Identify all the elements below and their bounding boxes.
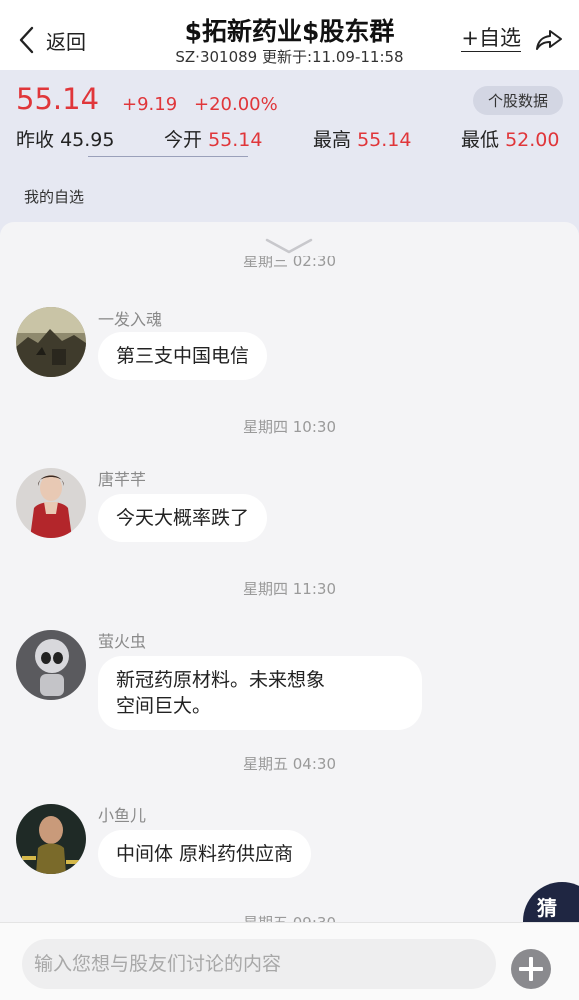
message-bubble[interactable]: 中间体 原料药供应商	[98, 830, 312, 878]
timestamp: 星期四 10:30	[243, 418, 336, 436]
message-bubble[interactable]: 今天大概率跌了	[98, 494, 268, 542]
input-bar	[0, 922, 579, 1000]
open-price: 今开 55.14	[164, 125, 262, 152]
high-value: 55.14	[357, 129, 412, 151]
low-label: 最低	[461, 129, 500, 151]
my-favorites-link[interactable]: 我的自选	[24, 186, 84, 207]
avatar[interactable]	[16, 307, 86, 377]
avatar[interactable]	[16, 804, 86, 874]
avatar-image	[16, 468, 86, 538]
timestamp: 星期三 02:30	[243, 256, 336, 270]
avatar[interactable]	[16, 468, 86, 538]
timestamp: 星期五 04:30	[243, 755, 336, 773]
divider	[88, 156, 248, 157]
chevron-down-icon[interactable]	[264, 236, 314, 256]
timestamp: 星期四 11:30	[243, 580, 336, 598]
sender-name: 萤火虫	[98, 632, 147, 651]
guess-button[interactable]: 猜	[523, 882, 579, 922]
price-change: +9.19	[122, 94, 178, 115]
add-favorite-button[interactable]: +自选	[461, 26, 521, 52]
low-price: 最低 52.00	[461, 125, 559, 152]
guess-label: 猜	[537, 896, 557, 920]
price-change-percent: +20.00%	[194, 94, 278, 115]
avatar-image	[16, 307, 86, 377]
low-value: 52.00	[505, 129, 560, 151]
open-value: 55.14	[208, 129, 263, 151]
current-price: 55.14	[16, 82, 100, 116]
prev-close-value: 45.95	[60, 129, 115, 151]
sender-name: 一发入魂	[98, 310, 163, 329]
avatar[interactable]	[16, 630, 86, 700]
message-bubble[interactable]: 新冠药原材料。未来想象 空间巨大。	[98, 656, 422, 730]
message-input[interactable]	[22, 939, 496, 989]
message-text-line: 新冠药原材料。未来想象	[116, 669, 326, 691]
share-icon[interactable]	[535, 28, 563, 52]
chat-panel[interactable]: 星期三 02:30 一发入魂 第三支中国电信 星期四 10:30 唐芊芊 今天大…	[0, 222, 579, 922]
high-price: 最高 55.14	[313, 125, 411, 152]
timestamp: 星期五 09:30	[0, 912, 579, 922]
sender-name: 小鱼儿	[98, 806, 147, 825]
avatar-image	[16, 630, 86, 700]
open-label: 今开	[164, 129, 203, 151]
avatar-image	[16, 804, 86, 874]
message-text-line: 空间巨大。	[116, 695, 212, 717]
stock-data-button[interactable]: 个股数据	[472, 86, 563, 115]
message-bubble[interactable]: 第三支中国电信	[98, 332, 268, 380]
sender-name: 唐芊芊	[98, 470, 147, 489]
plus-icon[interactable]	[510, 948, 552, 990]
prev-close: 昨收 45.95	[16, 125, 114, 152]
high-label: 最高	[313, 129, 352, 151]
top-bar: 返回 $拓新药业$股东群 SZ·301089 更新于:11.09-11:58 +…	[0, 0, 579, 70]
prev-close-label: 昨收	[16, 129, 55, 151]
